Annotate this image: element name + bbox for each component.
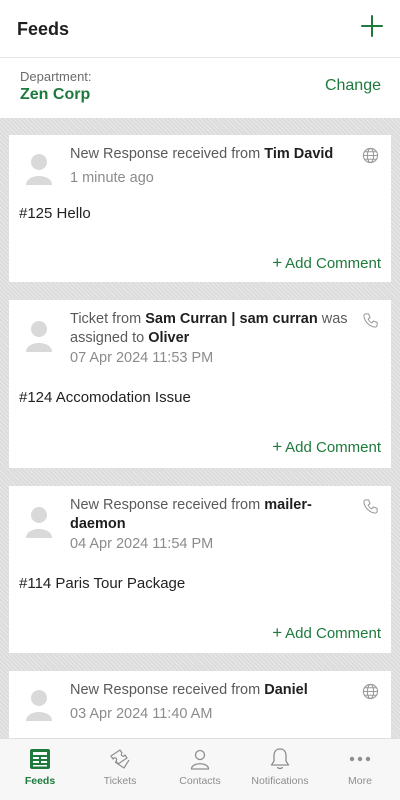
tab-feeds[interactable]: Feeds: [0, 739, 80, 800]
tab-label: Notifications: [251, 775, 309, 787]
phone-icon: [363, 499, 378, 514]
bell-icon: [270, 748, 290, 770]
app-header: Feeds: [0, 0, 400, 58]
department-bar: Department: Zen Corp Change: [0, 58, 400, 116]
add-comment-button[interactable]: + Add Comment: [272, 253, 381, 273]
tab-tickets[interactable]: Tickets: [80, 739, 160, 800]
feed-contact-name: Daniel: [264, 682, 308, 698]
feeds-icon: [30, 749, 50, 769]
feed-text: New Response received from Daniel 03 Apr…: [70, 681, 360, 724]
feed-assignee: Oliver: [148, 330, 190, 346]
change-department-button[interactable]: Change: [325, 77, 381, 95]
feed-text: New Response received from Tim David 1 m…: [70, 145, 360, 188]
feed-contact-name: Tim David: [264, 146, 334, 162]
avatar-icon: [26, 507, 52, 538]
avatar-icon: [26, 321, 52, 352]
feed-subject[interactable]: #114 Paris Tour Package: [19, 575, 185, 592]
plus-icon: +: [272, 437, 283, 456]
bottom-tab-bar: Feeds Tickets Contacts Notifications Mor…: [0, 738, 400, 800]
feed-time: 04 Apr 2024 11:54 PM: [70, 536, 214, 552]
avatar-icon: [26, 690, 52, 721]
plus-icon: +: [272, 623, 283, 642]
tickets-icon: [110, 749, 130, 769]
feed-time: 07 Apr 2024 11:53 PM: [70, 350, 214, 366]
feed-text: Ticket from Sam Curran | sam curran was …: [70, 310, 360, 368]
feed-time: 03 Apr 2024 11:40 AM: [70, 706, 213, 722]
tab-notifications[interactable]: Notifications: [240, 739, 320, 800]
phone-icon: [363, 313, 378, 328]
add-comment-button[interactable]: + Add Comment: [272, 623, 381, 643]
avatar-icon: [26, 154, 52, 185]
add-button[interactable]: [360, 14, 384, 38]
feed-time: 1 minute ago: [70, 170, 154, 186]
department-label: Department:: [20, 69, 92, 84]
feed-card[interactable]: New Response received from mailer-daemon…: [9, 486, 391, 653]
feed-subject[interactable]: #124 Accomodation Issue: [19, 389, 191, 406]
tab-label: Tickets: [103, 775, 137, 787]
contacts-icon: [190, 749, 210, 770]
feed-card[interactable]: New Response received from Daniel 03 Apr…: [9, 671, 391, 738]
add-comment-button[interactable]: + Add Comment: [272, 437, 381, 457]
tab-more[interactable]: More: [320, 739, 400, 800]
feed-card[interactable]: Ticket from Sam Curran | sam curran was …: [9, 300, 391, 468]
tab-contacts[interactable]: Contacts: [160, 739, 240, 800]
department-value: Zen Corp: [20, 86, 91, 103]
plus-icon: +: [272, 253, 283, 272]
feed-text: New Response received from mailer-daemon…: [70, 496, 360, 554]
globe-icon: [362, 683, 379, 700]
globe-icon: [362, 147, 379, 164]
feed-list[interactable]: New Response received from Tim David 1 m…: [0, 118, 400, 738]
tab-label: More: [348, 775, 372, 787]
feed-subject[interactable]: #125 Hello: [19, 205, 91, 222]
feed-contact-name: Sam Curran | sam curran: [145, 311, 318, 327]
tab-label: Contacts: [179, 775, 221, 787]
page-title: Feeds: [17, 19, 70, 39]
tab-label: Feeds: [24, 775, 56, 787]
more-icon: [349, 756, 371, 762]
plus-icon: [361, 15, 383, 37]
feed-card[interactable]: New Response received from Tim David 1 m…: [9, 135, 391, 282]
